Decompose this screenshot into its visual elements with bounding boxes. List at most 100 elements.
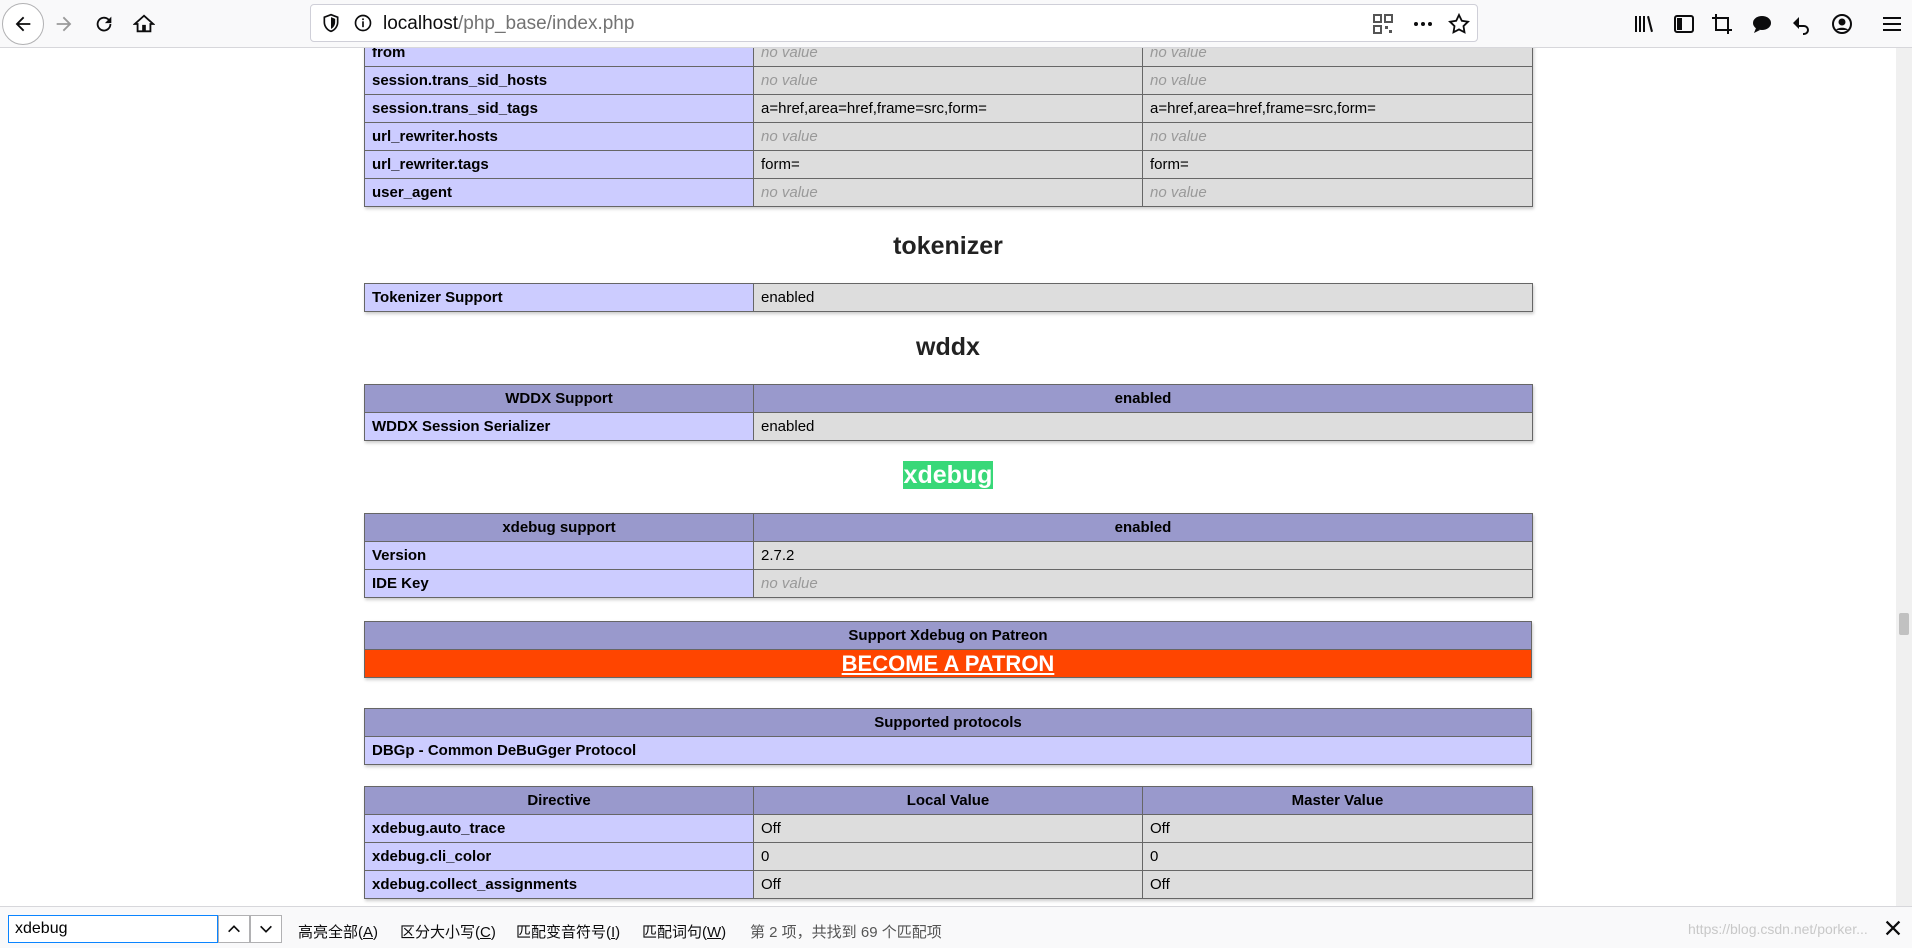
directive-name: session.trans_sid_hosts (364, 66, 754, 95)
info-icon[interactable] (353, 13, 373, 33)
wddx-table: WDDX Support enabled WDDX Session Serial… (364, 384, 1533, 441)
master-value-header: Master Value (1142, 786, 1533, 815)
no-value-text: no value (1150, 48, 1207, 61)
xdebug-version-label: Version (364, 541, 754, 570)
reload-button[interactable] (84, 4, 124, 44)
xdebug-heading: xdebug (364, 461, 1532, 490)
protocol-name: DBGp - Common DeBuGger Protocol (364, 736, 1532, 765)
xdebug-idekey-value: no value (753, 569, 1533, 598)
forward-button[interactable] (44, 4, 84, 44)
option-key: A (363, 924, 374, 941)
undo-icon[interactable] (1790, 12, 1814, 36)
local-value: no value (753, 122, 1143, 151)
option-key: C (480, 924, 491, 941)
highlight-all-option[interactable]: 高亮全部(A) (298, 921, 378, 942)
patreon-header: Support Xdebug on Patreon (364, 621, 1532, 650)
local-value: no value (753, 178, 1143, 207)
wddx-serializer-label: WDDX Session Serializer (364, 412, 754, 441)
master-value: Off (1142, 870, 1533, 899)
find-previous-button[interactable] (218, 915, 250, 943)
no-value-text: no value (761, 575, 818, 592)
table-header-row: Directive Local Value Master Value (364, 786, 1533, 815)
chevron-down-icon (260, 925, 272, 933)
no-value-text: no value (761, 184, 818, 201)
master-value: form= (1142, 150, 1533, 179)
option-label: 区分大小写( (400, 924, 480, 941)
chat-icon[interactable] (1750, 12, 1774, 36)
wddx-serializer-value: enabled (753, 412, 1533, 441)
match-diacritics-option[interactable]: 匹配变音符号(I) (516, 921, 620, 942)
no-value-text: no value (1150, 72, 1207, 89)
directive-name: session.trans_sid_tags (364, 94, 754, 123)
find-status: 第 2 项，共找到 69 个匹配项 (750, 924, 942, 941)
table-row: DBGp - Common DeBuGger Protocol (364, 736, 1532, 765)
option-label: 高亮全部( (298, 924, 363, 941)
master-value: no value (1142, 66, 1533, 95)
crop-icon[interactable] (1710, 12, 1734, 36)
scrollbar-thumb[interactable] (1899, 613, 1909, 635)
find-next-button[interactable] (250, 915, 282, 943)
directive-name: xdebug.auto_trace (364, 814, 754, 843)
table-row: Tokenizer Support enabled (364, 283, 1533, 312)
wddx-heading: wddx (916, 333, 980, 361)
master-value: no value (1142, 48, 1533, 67)
patreon-table: Support Xdebug on Patreon BECOME A PATRO… (364, 621, 1532, 678)
close-icon[interactable] (1882, 917, 1904, 939)
tokenizer-heading: tokenizer (893, 232, 1003, 260)
local-value: Off (753, 814, 1143, 843)
directive-name: xdebug.collect_assignments (364, 870, 754, 899)
table-row: xdebug.auto_trace Off Off (364, 814, 1533, 843)
directives-table-container: Directive Local Value Master Value xdebu… (364, 786, 1533, 899)
patreon-table-container: Support Xdebug on Patreon BECOME A PATRO… (364, 621, 1532, 678)
table-row: from no value no value (364, 48, 1533, 67)
back-button[interactable] (2, 3, 44, 45)
find-bar: 高亮全部(A) 区分大小写(C) 匹配变音符号(I) 匹配词句(W) 第 2 项… (0, 906, 1912, 948)
page-scrollbar[interactable] (1896, 48, 1912, 906)
become-patron-link[interactable]: BECOME A PATRON (842, 651, 1055, 676)
chevron-up-icon (228, 925, 240, 933)
qr-code-icon[interactable] (1371, 12, 1395, 36)
master-value: 0 (1142, 842, 1533, 871)
shield-icon (323, 13, 339, 33)
protocols-table-container: Supported protocols DBGp - Common DeBuGg… (364, 708, 1532, 765)
session-table: from no value no value session.trans_sid_ho… (364, 48, 1533, 207)
url-text[interactable]: localhost/php_base/index.php (383, 13, 634, 35)
whole-words-option[interactable]: 匹配词句(W) (642, 921, 726, 942)
home-icon (133, 14, 155, 33)
table-row: user_agent no value no value (364, 178, 1533, 207)
menu-icon[interactable] (1880, 12, 1904, 36)
find-input[interactable] (8, 915, 218, 943)
protocols-header: Supported protocols (364, 708, 1532, 737)
url-path: /php_base/index.php (458, 13, 635, 34)
option-key: W (707, 924, 722, 941)
table-row: WDDX Session Serializer enabled (364, 412, 1533, 441)
tokenizer-table: Tokenizer Support enabled (364, 283, 1533, 312)
browser-toolbar: localhost/php_base/index.php (0, 0, 1912, 48)
more-actions-icon[interactable] (1411, 12, 1435, 36)
table-row: session.trans_sid_hosts no value no value (364, 66, 1533, 95)
url-bar[interactable]: localhost/php_base/index.php (310, 4, 1478, 42)
table-header-row: WDDX Support enabled (364, 384, 1533, 413)
xdebug-idekey-label: IDE Key (364, 569, 754, 598)
match-case-option[interactable]: 区分大小写(C) (400, 921, 496, 942)
xdebug-support-header: xdebug support (364, 513, 754, 542)
tokenizer-support-value: enabled (753, 283, 1533, 312)
xdebug-table-container: xdebug support enabled Version 2.7.2 IDE… (364, 513, 1533, 598)
arrow-left-icon (15, 16, 31, 32)
account-icon[interactable] (1830, 12, 1854, 36)
master-value: no value (1142, 178, 1533, 207)
protocols-table: Supported protocols DBGp - Common DeBuGg… (364, 708, 1532, 765)
local-value: no value (753, 66, 1143, 95)
table-row: xdebug.collect_assignments Off Off (364, 870, 1533, 899)
bookmark-star-icon[interactable] (1447, 12, 1471, 36)
sidebar-icon[interactable] (1672, 12, 1696, 36)
library-icon[interactable] (1632, 12, 1656, 36)
master-value: a=href,area=href,frame=src,form= (1142, 94, 1533, 123)
home-button[interactable] (124, 4, 164, 44)
master-value: Off (1142, 814, 1533, 843)
no-value-text: no value (1150, 128, 1207, 145)
arrow-right-icon (56, 16, 72, 32)
master-value: no value (1142, 122, 1533, 151)
reload-icon (96, 16, 112, 32)
table-row: Version 2.7.2 (364, 541, 1533, 570)
